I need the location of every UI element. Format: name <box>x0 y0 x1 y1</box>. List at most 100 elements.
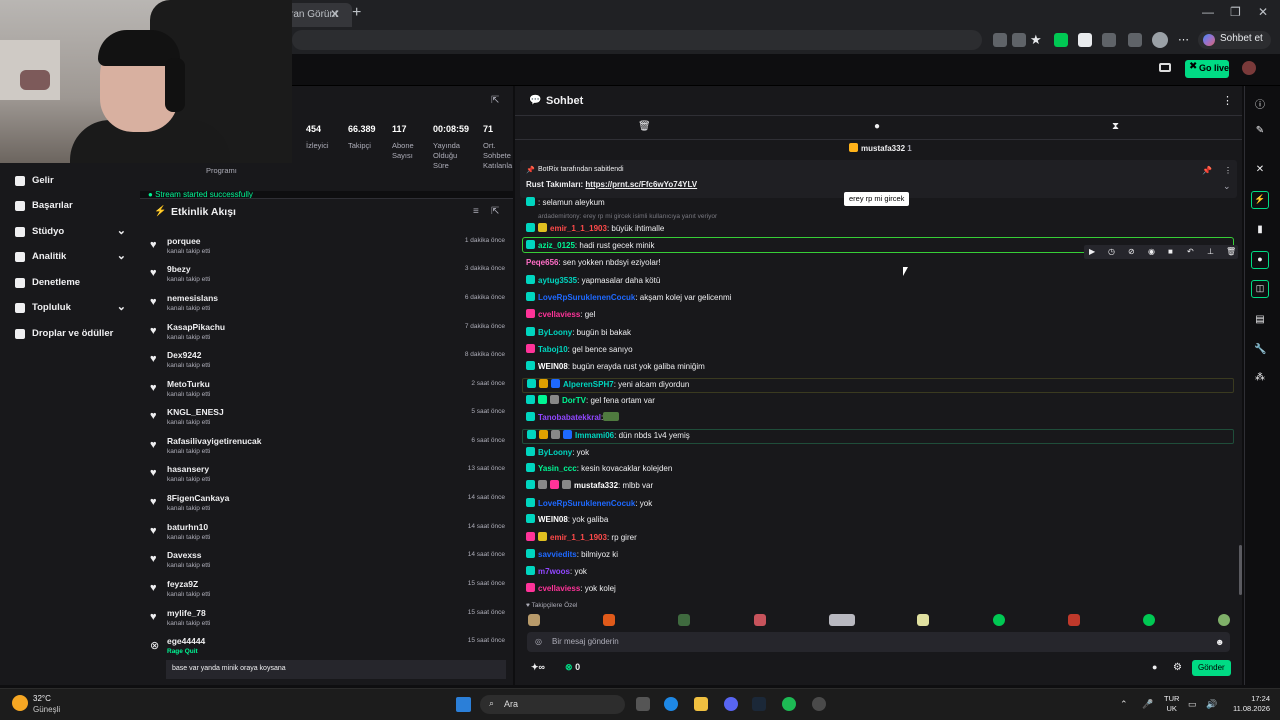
chat-message[interactable]: WEIN08: bugün erayda rust yok galiba min… <box>526 361 1226 376</box>
language-indicator[interactable]: TUR UK <box>1164 694 1179 714</box>
send-button[interactable]: Gönder <box>1192 660 1231 676</box>
emote-icon[interactable] <box>754 614 766 626</box>
delete-icon[interactable]: ■ <box>1168 247 1173 256</box>
sidebar-item-studyo[interactable]: Stüdyo ⌄ <box>0 220 140 245</box>
user-avatar[interactable] <box>1242 61 1256 75</box>
chat-username[interactable]: WEIN08 <box>538 515 568 524</box>
chat-username[interactable]: Immami06 <box>575 431 614 440</box>
pin-icon[interactable]: ⊥ <box>1207 247 1214 256</box>
profile-avatar[interactable] <box>1152 32 1168 48</box>
feed-item[interactable]: ♥ KNGL_ENESJ kanalı takip etti 5 saat önce <box>148 406 508 434</box>
chat-username[interactable]: LoveRpSuruklenenCocuk <box>538 293 635 302</box>
taskbar-search[interactable]: ⌕ Ara <box>480 695 625 714</box>
undo-icon[interactable]: ↶ <box>1187 247 1194 256</box>
chat-message[interactable]: DorTV: gel fena ortam var <box>526 395 1226 410</box>
chat-message[interactable]: emir_1_1_1903: büyük ihtimalle <box>526 223 1226 238</box>
chat-input[interactable]: Bir mesaj gönderin <box>527 632 1230 652</box>
chat-username[interactable]: mustafa332 <box>574 481 618 490</box>
chat-username[interactable]: Peqe656 <box>526 258 558 267</box>
timeout-icon[interactable]: ◷ <box>1108 247 1115 256</box>
favorites-icon[interactable] <box>1128 33 1142 47</box>
chat-username[interactable]: Tanobabatekkral <box>538 413 601 422</box>
feed-item[interactable]: ♥ baturhn10 kanalı takip etti 14 saat önce <box>148 521 508 549</box>
extension-icon[interactable] <box>1054 33 1068 47</box>
chat-username[interactable]: Taboj10 <box>538 345 568 354</box>
steam-icon[interactable] <box>752 697 766 711</box>
more-options-icon[interactable]: ⋮ <box>1222 94 1233 107</box>
document-icon[interactable]: ▮ <box>1254 224 1266 236</box>
chat-message[interactable]: WEIN08: yok galiba <box>526 514 1226 529</box>
emote-icon[interactable] <box>1143 614 1155 626</box>
play-icon[interactable]: ▶ <box>1089 247 1095 256</box>
chat-message[interactable]: aytug3535: yapmasalar daha kötü <box>526 275 1226 290</box>
edge-icon[interactable] <box>664 697 678 711</box>
network-icon[interactable]: ▭ <box>1188 699 1197 710</box>
bookmark-star-icon[interactable]: ★ <box>1030 32 1042 48</box>
chat-message[interactable]: savviedits: bilmiyoz ki <box>526 549 1226 564</box>
chat-username[interactable]: emir_1_1_1903 <box>550 533 607 542</box>
trash-icon[interactable]: 🗑 <box>638 121 651 132</box>
wrench-icon[interactable]: 🔧 <box>1254 344 1266 356</box>
chat-username[interactable]: m7woos <box>538 567 570 576</box>
spotify-icon[interactable] <box>782 697 796 711</box>
tab-close-icon[interactable]: ✕ <box>330 7 340 21</box>
crosshair-icon[interactable]: ✕ <box>1254 164 1266 176</box>
chat-message[interactable]: Taboj10: gel bence sanıyo <box>526 344 1226 359</box>
emoji-icon[interactable]: ☻ <box>1215 637 1224 647</box>
chat-message[interactable]: AlperenSPH7: yeni alcam diyordun <box>522 378 1234 393</box>
weather-sun-icon[interactable] <box>12 695 28 711</box>
broadcast-icon[interactable]: ◫ <box>1251 280 1269 298</box>
feed-item[interactable]: ♥ hasansery kanalı takip etti 13 saat önce <box>148 463 508 491</box>
chat-message[interactable]: m7woos: yok <box>526 566 1226 581</box>
more-options-icon[interactable]: ⋮ <box>1224 166 1232 175</box>
chat-message[interactable]: cvellaviess: gel <box>526 309 1226 324</box>
chat-message[interactable]: LoveRpSuruklenenCocuk: akşam kolej var g… <box>526 292 1226 307</box>
gear-icon[interactable]: ⚙ <box>1173 662 1182 673</box>
chat-message[interactable]: Tanobabatekkral: <box>526 412 1226 427</box>
emote-icon[interactable] <box>993 614 1005 626</box>
emote-icon[interactable] <box>1068 614 1080 626</box>
emote-icon[interactable] <box>603 614 615 626</box>
feed-item[interactable]: ⊗ ege44444 Rage Quit 15 saat önce <box>148 635 508 663</box>
chat-message[interactable]: ByLoony: bugün bi bakak <box>526 327 1226 342</box>
sidebar-item-analitik[interactable]: Analitik ⌄ <box>0 245 140 270</box>
browser-tab[interactable]: ran Görünt <box>282 3 352 27</box>
maximize-icon[interactable]: ❐ <box>1230 5 1241 19</box>
feed-item[interactable]: ♥ Davexss kanalı takip etti 14 saat önce <box>148 549 508 577</box>
chat-message[interactable]: Peqe656: sen yokken nbdsyi eziyolar! <box>526 258 1226 273</box>
chat-username[interactable]: cvellaviess <box>538 584 580 593</box>
chat-username[interactable]: savviedits <box>538 550 577 559</box>
new-tab-button[interactable]: + <box>352 4 361 22</box>
camera-icon[interactable] <box>1159 63 1171 72</box>
tray-chevron-icon[interactable]: ⌃ <box>1120 699 1128 710</box>
popout-icon[interactable]: ⇱ <box>491 95 499 106</box>
feed-item[interactable]: ♥ 8FigenCankaya kanalı takip etti 14 saat ö… <box>148 492 508 520</box>
chat-message[interactable]: emir_1_1_1903: rp girer <box>526 532 1226 547</box>
feed-item[interactable]: ♥ 9bezy kanalı takip etti 3 dakika önce <box>148 263 508 291</box>
chat-scrollbar[interactable] <box>1239 545 1242 595</box>
task-view-icon[interactable] <box>636 697 650 711</box>
emote-icon[interactable] <box>528 614 540 626</box>
sidebar-item-topluluk[interactable]: Topluluk ⌄ <box>0 296 140 321</box>
chat-message[interactable]: LoveRpSuruklenenCocuk: yok <box>526 498 1226 513</box>
server-icon[interactable]: ▤ <box>1254 314 1266 326</box>
nodes-icon[interactable]: ⁂ <box>1254 372 1266 384</box>
sidebar-item-denetleme[interactable]: Denetleme <box>0 271 140 296</box>
windows-start-icon[interactable] <box>456 697 471 712</box>
feed-item[interactable]: ♥ Rafasilivayigetirenucak kanalı takip ett… <box>148 435 508 463</box>
ban-icon[interactable]: ⊘ <box>1128 247 1135 256</box>
taskbar-clock[interactable]: 17:24 11.08.2026 <box>1226 694 1270 714</box>
minimize-icon[interactable]: — <box>1202 5 1214 19</box>
pinned-link[interactable]: https://prnt.sc/Ffc6wYo74YLV <box>585 180 697 189</box>
sidebar-item-gelir[interactable]: Gelir <box>0 169 140 194</box>
feed-item[interactable]: ♥ nemesislans kanalı takip etti 6 dakika ön… <box>148 292 508 320</box>
chat-username[interactable]: cvellaviess <box>538 310 580 319</box>
chat-username[interactable]: AlperenSPH7 <box>563 380 614 389</box>
feed-item[interactable]: ♥ feyza9Z kanalı takip etti 15 saat önce <box>148 578 508 606</box>
sidebar-item-basarilar[interactable]: Başarılar <box>0 194 140 219</box>
chat-message[interactable]: ByLoony: yok <box>526 447 1226 462</box>
sidebar-item-droplar[interactable]: Droplar ve ödüller <box>0 322 140 347</box>
channel-points[interactable]: ✦∞ <box>531 662 545 673</box>
chat-bubble-icon[interactable]: ● <box>1251 251 1269 269</box>
chat-bubble-icon[interactable]: ● <box>874 121 880 132</box>
